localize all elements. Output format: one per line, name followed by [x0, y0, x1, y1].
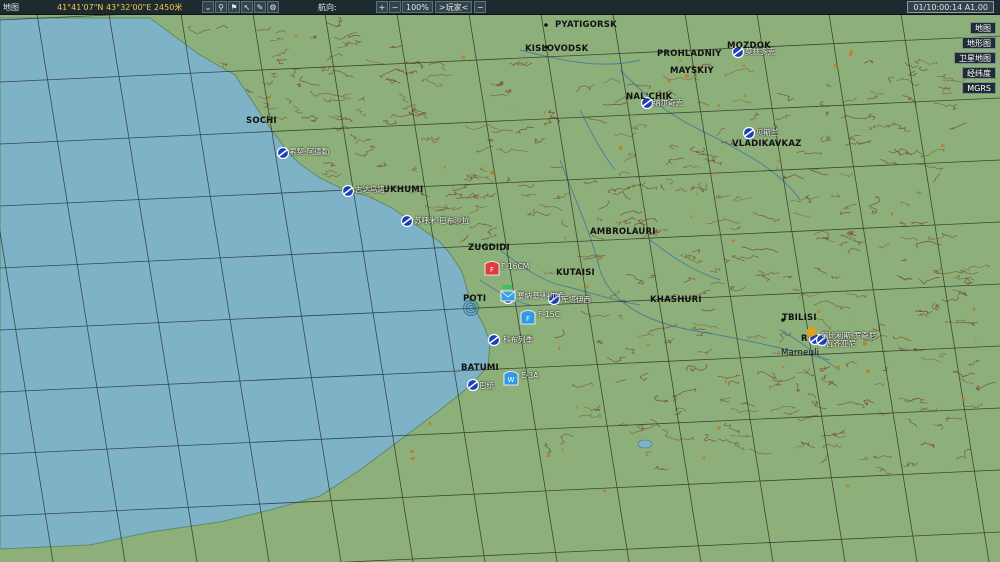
unit-type-label: F — [526, 315, 530, 323]
city-label: ZUGDIDI — [468, 243, 510, 253]
unit-label: E-3A — [521, 371, 539, 380]
city-label: AMBROLAURI — [590, 227, 656, 237]
heading-label: 航向: — [318, 2, 337, 12]
airfield-label: 巴统 — [479, 381, 494, 390]
city-label: TBILISI — [782, 313, 817, 323]
pointer-icon[interactable]: ↖ — [241, 1, 253, 13]
unit-type-label: F — [490, 266, 494, 274]
city-label: PYATIGORSK — [555, 20, 617, 30]
settings-icon[interactable]: ⚙ — [267, 1, 279, 13]
airfield-label: 纳尔奇克 — [653, 98, 683, 107]
airfield-icon[interactable] — [400, 214, 414, 228]
city-label: BATUMI — [461, 363, 499, 373]
city-label: VLADIKAVKAZ — [732, 139, 802, 149]
airfield-label: 索契-阿德勒 — [289, 147, 330, 156]
city-label: UKHUMI — [383, 185, 424, 195]
flag-icon[interactable]: ⚑ — [228, 1, 240, 13]
city-label: POTI — [463, 294, 487, 304]
top-toolbar: 地图 41°41'07"N 43°32'00"E 2450米 ⌄ ⚲ ⚑ ↖ ✎… — [0, 0, 1000, 15]
unit-marker[interactable]: F — [484, 261, 500, 276]
airfield-label: 苏呼米-巴布沙拉 — [414, 216, 470, 225]
lake — [637, 439, 653, 449]
mission-time: 01/10:00:14 A1.00 — [907, 1, 994, 13]
airfield-icon[interactable] — [276, 146, 290, 160]
flag-icon — [503, 285, 512, 289]
minimize-icon[interactable]: − — [474, 1, 487, 13]
airfield-icon[interactable] — [466, 378, 480, 392]
zoom-in-icon[interactable]: + — [376, 1, 388, 13]
airfield-label: 贝斯兰 — [756, 128, 779, 137]
airfield-label: 瓦齐亚尼 — [826, 339, 856, 348]
unit-marker[interactable]: F — [520, 310, 536, 325]
map-mode-map[interactable]: 地图 — [970, 22, 996, 34]
unit-label: F-16CM — [501, 262, 530, 271]
map-canvas[interactable]: F F W — [0, 0, 1000, 562]
city-label: KUTAISI — [556, 268, 595, 278]
map-mode-satellite[interactable]: 卫星地图 — [954, 52, 996, 64]
mail-icon[interactable] — [500, 290, 516, 302]
city-label: Marneuli — [781, 348, 820, 358]
city-label: KHASHURI — [650, 295, 702, 305]
airfield-label: 莫兹多克 — [745, 47, 775, 56]
city-label: R — [801, 334, 808, 344]
chevron-down-icon[interactable]: ⌄ — [202, 1, 214, 13]
unit-type-label: W — [508, 376, 515, 384]
city-dot — [544, 23, 548, 27]
unit-marker[interactable]: W — [503, 371, 519, 386]
airfield-label: 科布列季 — [503, 335, 533, 344]
zoom-out-icon[interactable]: − — [389, 1, 401, 13]
city-label: SOCHI — [246, 116, 277, 126]
city-label: KISLOVODSK — [525, 44, 589, 54]
city-label: PROHLADNIY — [657, 49, 722, 59]
map-mode-mgrs[interactable]: MGRS — [962, 82, 996, 94]
map-mode-terrain[interactable]: 地形图 — [962, 37, 996, 49]
city-label: MAYSKIY — [670, 66, 714, 76]
airfield-icon[interactable] — [341, 184, 355, 198]
airfield-label: 塞纳基-科尔希 — [517, 291, 565, 300]
airfield-icon[interactable] — [742, 126, 756, 140]
airfield-label: 库塔伊西 — [561, 295, 591, 304]
unit-label: F-15C — [538, 310, 560, 319]
ruler-icon[interactable]: ⚲ — [215, 1, 227, 13]
player-button[interactable]: >玩家< — [434, 1, 473, 13]
comment-icon[interactable]: ✎ — [254, 1, 266, 13]
map-mode-buttons: 地图 地形图 卫星地图 经纬度 MGRS — [954, 22, 996, 94]
cursor-coordinates: 41°41'07"N 43°32'00"E 2450米 — [57, 2, 183, 12]
airfield-icon[interactable] — [487, 333, 501, 347]
view-label: 地图 — [3, 2, 19, 12]
map-mode-latlon[interactable]: 经纬度 — [962, 67, 996, 79]
airfield-label: 古达乌塔 — [355, 185, 385, 194]
zoom-level: 100% — [402, 1, 433, 13]
